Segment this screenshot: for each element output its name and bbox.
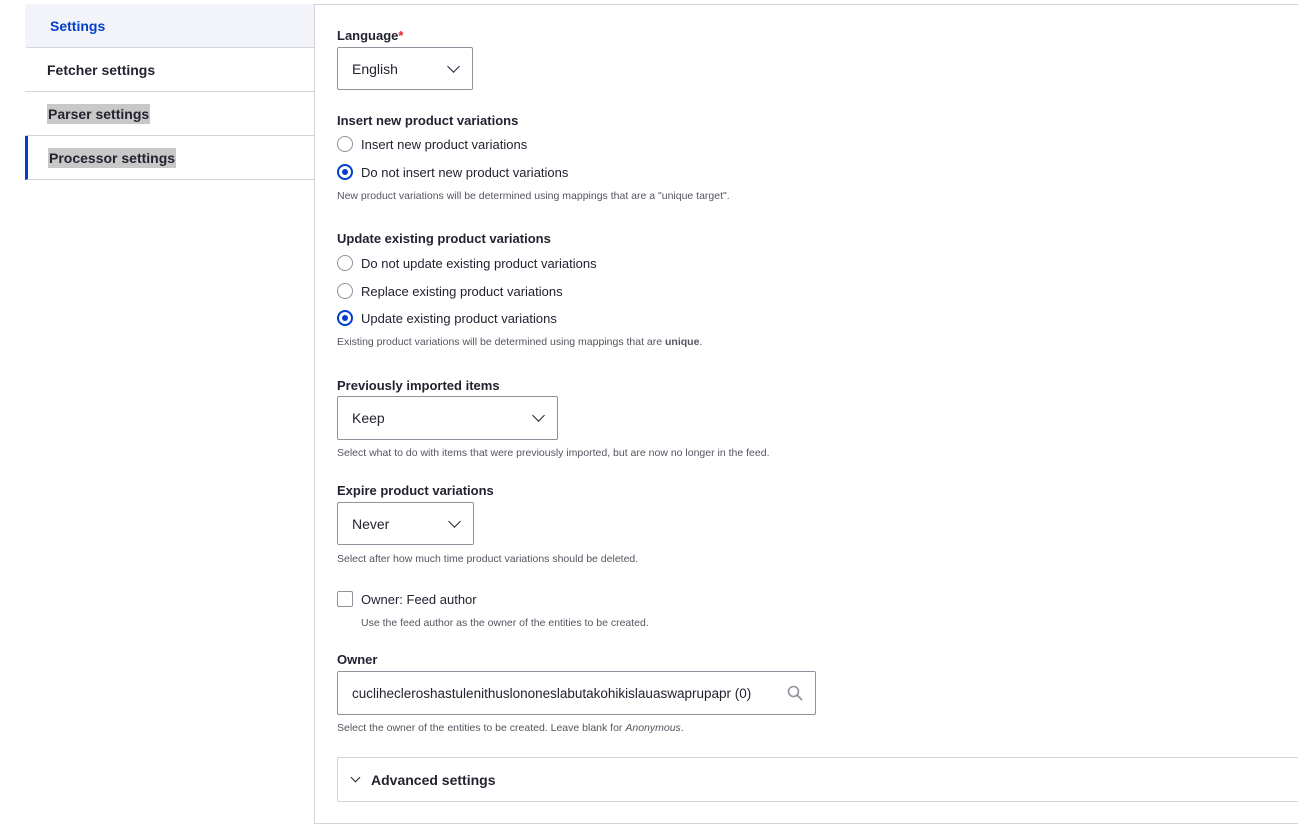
previously-label: Previously imported items [337,378,500,393]
required-mark: * [398,28,404,43]
insert-label: Insert new product variations [337,113,519,128]
chevron-down-icon [532,409,545,422]
expire-description: Select after how much time product varia… [337,553,639,565]
radio-label: Update existing product variations [361,310,557,326]
owner-feed-description: Use the feed author as the owner of the … [361,617,649,629]
chevron-down-icon [447,59,460,73]
language-select-value: English [352,60,398,77]
previously-select-value: Keep [352,410,385,426]
tab-fetcher-settings[interactable]: Fetcher settings [25,48,315,92]
tab-processor-label: Processor settings [48,147,177,168]
tab-parser-label: Parser settings [47,103,151,124]
owner-description: Select the owner of the entities to be c… [337,722,684,734]
language-label: Language* [337,28,404,43]
insert-description: New product variations will be determine… [337,190,730,202]
owner-input-value: cuclihecleroshastulenithuslononeslabutak… [352,685,752,701]
owner-feed-author-label[interactable]: Owner: Feed author [361,592,477,607]
radio-replace[interactable]: Replace existing product variations [337,283,563,299]
tab-fetcher-label: Fetcher settings [47,61,156,78]
update-description: Existing product variations will be dete… [337,336,703,348]
radio-do-not-insert[interactable]: Do not insert new product variations [337,164,568,180]
language-select[interactable]: English [337,47,473,90]
chevron-down-icon [448,514,461,528]
radio-update[interactable]: Update existing product variations [337,310,557,326]
owner-autocomplete-input[interactable]: cuclihecleroshastulenithuslononeslabutak… [337,671,816,715]
tab-settings-label: Settings [50,17,106,34]
previously-imported-select[interactable]: Keep [337,396,558,440]
expire-label: Expire product variations [337,483,494,498]
tab-settings[interactable]: Settings [25,4,315,48]
advanced-settings-label: Advanced settings [371,771,496,788]
radio-button[interactable] [337,255,353,271]
radio-label: Replace existing product variations [361,283,563,299]
radio-insert-new[interactable]: Insert new product variations [337,136,527,152]
expire-select[interactable]: Never [337,502,474,545]
tab-parser-settings[interactable]: Parser settings [25,92,315,136]
tab-processor-settings[interactable]: Processor settings [25,136,315,180]
radio-label: Insert new product variations [361,136,528,152]
chevron-down-icon [350,772,361,783]
advanced-settings-toggle[interactable]: Advanced settings [337,757,1298,802]
owner-feed-author-checkbox[interactable] [337,591,353,607]
radio-button[interactable] [337,283,353,299]
search-icon [787,685,803,701]
expire-select-value: Never [352,515,390,532]
radio-label: Do not update existing product variation… [361,255,597,271]
radio-button-selected[interactable] [337,164,353,180]
radio-label: Do not insert new product variations [361,164,569,180]
radio-do-not-update[interactable]: Do not update existing product variation… [337,255,597,271]
update-label: Update existing product variations [337,231,551,246]
vertical-tabs: Settings Fetcher settings Parser setting… [25,4,315,180]
radio-button-selected[interactable] [337,310,353,326]
previously-description: Select what to do with items that were p… [337,447,770,459]
owner-label: Owner [337,652,378,667]
radio-button[interactable] [337,136,353,152]
